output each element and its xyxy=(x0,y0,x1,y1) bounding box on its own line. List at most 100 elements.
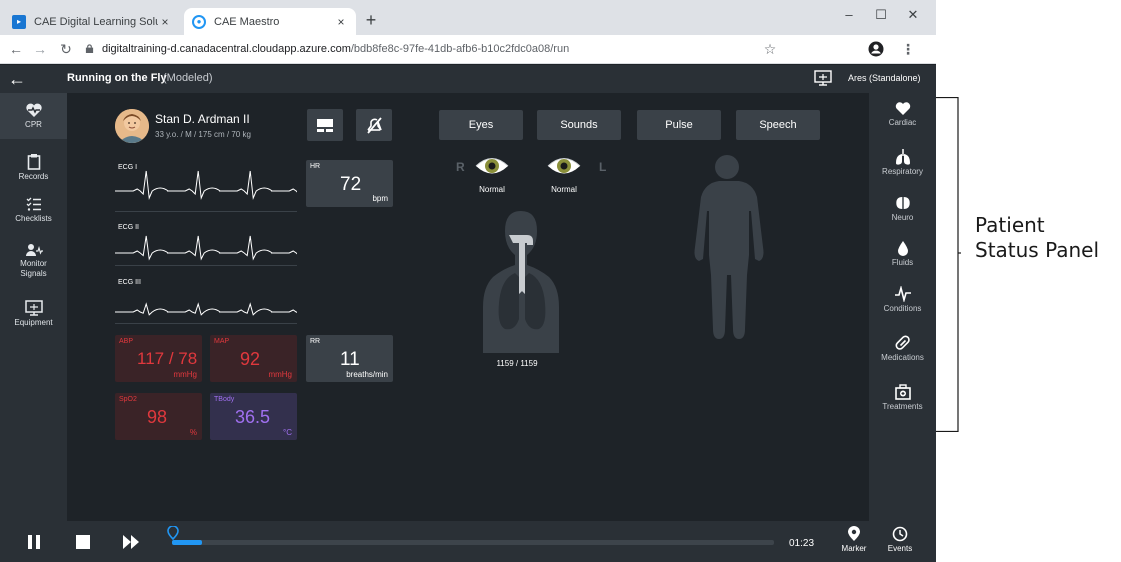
left-eye-icon[interactable] xyxy=(547,155,581,177)
speech-button[interactable]: Speech xyxy=(736,110,820,140)
vital-spo2[interactable]: SpO2 98 % xyxy=(115,393,202,440)
status-item-neuro[interactable]: Neuro xyxy=(869,195,936,222)
events-button[interactable]: Events xyxy=(880,526,920,553)
back-button[interactable]: ← xyxy=(6,68,28,90)
monitor-icon[interactable] xyxy=(814,70,832,86)
pill-icon xyxy=(895,335,910,350)
tab-close-icon[interactable]: × xyxy=(334,15,348,29)
vital-hr[interactable]: HR 72 bpm xyxy=(306,160,393,207)
sidebar-item-label: Records xyxy=(18,172,49,181)
vital-unit: °C xyxy=(283,428,292,437)
scenario-title: Running on the Fly xyxy=(67,72,167,84)
right-eye-icon[interactable] xyxy=(475,155,509,177)
vital-label: MAP xyxy=(214,338,230,345)
window-minimize-button[interactable]: – xyxy=(834,4,864,26)
layout-toggle-button[interactable] xyxy=(307,109,343,141)
device-name: Ares (Standalone) xyxy=(848,73,921,83)
reload-icon[interactable]: ↻ xyxy=(56,39,76,59)
marker-label: Marker xyxy=(841,544,867,553)
marker-button[interactable]: Marker xyxy=(834,526,874,553)
pause-icon[interactable] xyxy=(23,531,45,553)
kebab-menu-icon[interactable]: ⋮ xyxy=(898,39,918,59)
body-silhouette-figure[interactable] xyxy=(685,151,769,357)
right-eye-state: Normal xyxy=(479,185,505,194)
vital-unit: breaths/min xyxy=(346,370,388,379)
vital-label: HR xyxy=(310,163,321,170)
bell-off-icon xyxy=(367,117,382,134)
ecg-lead-i: ECG I xyxy=(115,161,326,211)
timeline-scrubber[interactable] xyxy=(172,540,774,545)
status-item-cardiac[interactable]: Cardiac xyxy=(869,101,936,127)
ecg-divider xyxy=(115,265,297,266)
alarm-mute-button[interactable] xyxy=(356,109,392,141)
monitor-signals-icon xyxy=(25,244,43,256)
vital-value: 98 xyxy=(147,407,168,427)
status-item-label: Neuro xyxy=(891,213,914,222)
vital-unit: mmHg xyxy=(173,370,197,379)
status-item-label: Treatments xyxy=(882,402,923,411)
vital-value: 117 / 78 xyxy=(137,349,198,368)
vital-rr[interactable]: RR 11 breaths/min xyxy=(306,335,393,382)
sidebar-item-checklists[interactable]: Checklists xyxy=(0,196,67,223)
browser-tab-cae-dls[interactable]: ▸ CAE Digital Learning Solutions × xyxy=(4,8,180,35)
new-tab-button[interactable]: + xyxy=(361,10,381,30)
elapsed-time: 01:23 xyxy=(789,538,815,549)
left-eye-state: Normal xyxy=(551,185,577,194)
ecg-trace xyxy=(115,302,326,316)
map-marker-icon xyxy=(848,526,860,541)
brain-icon xyxy=(895,197,910,209)
patient-name: Stan D. Ardman II xyxy=(155,112,250,126)
eye-left-side-label: L xyxy=(599,160,607,174)
annotation-label: Patient Status Panel xyxy=(975,213,1099,263)
patient-demographics: 33 y.o. / M / 175 cm / 70 kg xyxy=(155,130,251,139)
window-maximize-button[interactable]: ☐ xyxy=(866,4,896,26)
status-item-fluids[interactable]: Fluids xyxy=(869,240,936,267)
account-icon[interactable] xyxy=(866,39,886,59)
annotation-bracket xyxy=(936,97,961,432)
sidebar-item-equipment[interactable]: Equipment xyxy=(0,300,67,327)
vital-unit: % xyxy=(189,428,197,437)
bookmark-star-icon[interactable]: ☆ xyxy=(760,39,780,59)
sidebar-item-records[interactable]: Records xyxy=(0,153,67,181)
address-bar[interactable]: digitaltraining-d.canadacentral.cloudapp… xyxy=(85,39,795,60)
first-aid-kit-icon xyxy=(894,384,911,400)
app-header: ← Running on the Fly (Modeled) Ares (Sta… xyxy=(0,65,936,93)
back-arrow-icon[interactable]: ← xyxy=(6,39,26,59)
vital-tbody[interactable]: TBody 36.5 °C xyxy=(210,393,297,440)
main-panel: Stan D. Ardman II 33 y.o. / M / 175 cm /… xyxy=(67,93,869,521)
clock-icon xyxy=(892,526,908,542)
browser-tab-cae-maestro[interactable]: ● CAE Maestro × xyxy=(184,8,356,35)
annotation-line: Status Panel xyxy=(975,238,1100,262)
status-item-medications[interactable]: Medications xyxy=(869,335,936,362)
ecg-lead-iii-waveform xyxy=(115,302,326,316)
sidebar-item-cpr[interactable]: CPR xyxy=(0,93,67,139)
sounds-button[interactable]: Sounds xyxy=(537,110,621,140)
sidebar-item-label: Equipment xyxy=(14,318,53,327)
ecg-lead-label: ECG III xyxy=(118,279,141,286)
status-item-conditions[interactable]: Conditions xyxy=(869,286,936,313)
fast-forward-icon[interactable] xyxy=(120,531,142,553)
status-item-label: Respiratory xyxy=(882,167,923,176)
window-close-button[interactable]: ✕ xyxy=(898,4,928,26)
tab-title: CAE Maestro xyxy=(214,15,280,28)
vital-abp[interactable]: ABP 117 / 78 mmHg xyxy=(115,335,202,382)
lock-icon xyxy=(85,44,94,53)
status-item-treatments[interactable]: Treatments xyxy=(869,384,936,411)
pulse-button[interactable]: Pulse xyxy=(637,110,721,140)
vital-value: 36.5 xyxy=(235,407,271,427)
sidebar-item-label: Checklists xyxy=(15,214,52,223)
stop-icon[interactable] xyxy=(72,531,94,553)
scenario-mode: (Modeled) xyxy=(163,72,213,84)
status-item-label: Conditions xyxy=(883,304,922,313)
location-pin-icon[interactable] xyxy=(167,526,179,540)
patient-avatar xyxy=(115,109,149,143)
forward-arrow-icon[interactable]: → xyxy=(30,39,50,59)
vital-map[interactable]: MAP 92 mmHg xyxy=(210,335,297,382)
events-label: Events xyxy=(887,544,913,553)
vital-unit: bpm xyxy=(372,194,388,203)
status-item-respiratory[interactable]: Respiratory xyxy=(869,148,936,176)
eyes-button[interactable]: Eyes xyxy=(439,110,523,140)
sidebar-item-monitor-signals[interactable]: Monitor Signals xyxy=(0,243,67,279)
tab-close-icon[interactable]: × xyxy=(158,15,172,29)
vital-label: RR xyxy=(310,338,321,345)
